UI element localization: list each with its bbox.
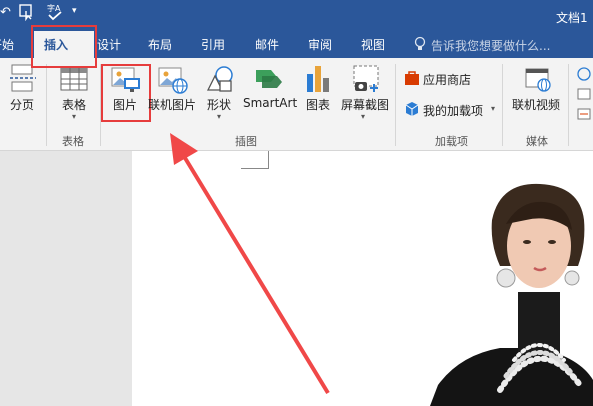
store-icon[interactable] — [404, 70, 420, 86]
lightbulb-icon — [414, 36, 426, 50]
screenshot-icon[interactable] — [352, 64, 382, 94]
separator — [46, 64, 47, 146]
smartart-button[interactable]: SmartArt — [243, 96, 297, 110]
my-addins-icon[interactable] — [404, 101, 420, 117]
shapes-button[interactable]: 形状 — [207, 96, 231, 113]
table-icon[interactable] — [60, 67, 88, 91]
online-video-button[interactable]: 联机视频 — [512, 96, 560, 113]
group-label-tables: 表格 — [62, 135, 84, 148]
chart-button[interactable]: 图表 — [306, 96, 330, 113]
tell-me-search[interactable]: 告诉我您想要做什么... — [431, 37, 550, 54]
group-label-media: 媒体 — [526, 135, 548, 148]
shapes-icon[interactable] — [204, 64, 236, 94]
tab-view[interactable]: 视图 — [361, 36, 385, 53]
tab-home[interactable]: 开始 — [0, 36, 14, 53]
link-icon[interactable] — [576, 66, 592, 82]
undo-icon[interactable]: ↶ — [0, 5, 11, 20]
online-video-icon[interactable] — [524, 66, 552, 92]
tab-mailings[interactable]: 邮件 — [255, 36, 279, 53]
group-label-addins: 加载项 — [435, 135, 468, 148]
tab-review[interactable]: 审阅 — [308, 36, 332, 53]
bookmark-icon[interactable] — [576, 87, 592, 101]
separator — [395, 64, 396, 146]
store-button[interactable]: 应用商店 — [423, 71, 471, 88]
chevron-down-icon[interactable]: ▾ — [491, 104, 495, 113]
highlight-box-picture — [101, 64, 151, 122]
inserted-portrait-image[interactable] — [430, 180, 593, 406]
separator — [568, 64, 569, 146]
highlight-box-insert-tab — [31, 25, 97, 68]
qat-dropdown-icon[interactable]: ▾ — [72, 6, 77, 16]
document-title: 文档1 — [556, 11, 588, 25]
table-button[interactable]: 表格 — [62, 96, 86, 113]
tab-references[interactable]: 引用 — [201, 36, 225, 53]
smartart-icon[interactable] — [254, 66, 284, 92]
tab-layout[interactable]: 布局 — [148, 36, 172, 53]
cross-reference-icon[interactable] — [576, 107, 592, 121]
online-picture-icon[interactable] — [157, 66, 189, 94]
online-picture-button[interactable]: 联机图片 — [148, 96, 196, 113]
red-arrow-annotation — [170, 133, 330, 395]
svg-text:字A: 字A — [47, 3, 61, 13]
touch-mode-icon[interactable] — [18, 3, 36, 21]
chart-icon[interactable] — [305, 64, 331, 94]
my-addins-button[interactable]: 我的加载项 — [423, 102, 483, 119]
chevron-down-icon: ▾ — [72, 112, 77, 121]
separator — [502, 64, 503, 146]
page-break-button[interactable]: 分页 — [10, 96, 34, 113]
tab-design[interactable]: 设计 — [97, 36, 121, 53]
spelling-icon[interactable]: 字A — [46, 2, 66, 22]
page-break-icon[interactable] — [10, 64, 36, 92]
screenshot-button[interactable]: 屏幕截图 — [341, 96, 389, 113]
chevron-down-icon: ▾ — [361, 112, 366, 121]
chevron-down-icon: ▾ — [217, 112, 222, 121]
